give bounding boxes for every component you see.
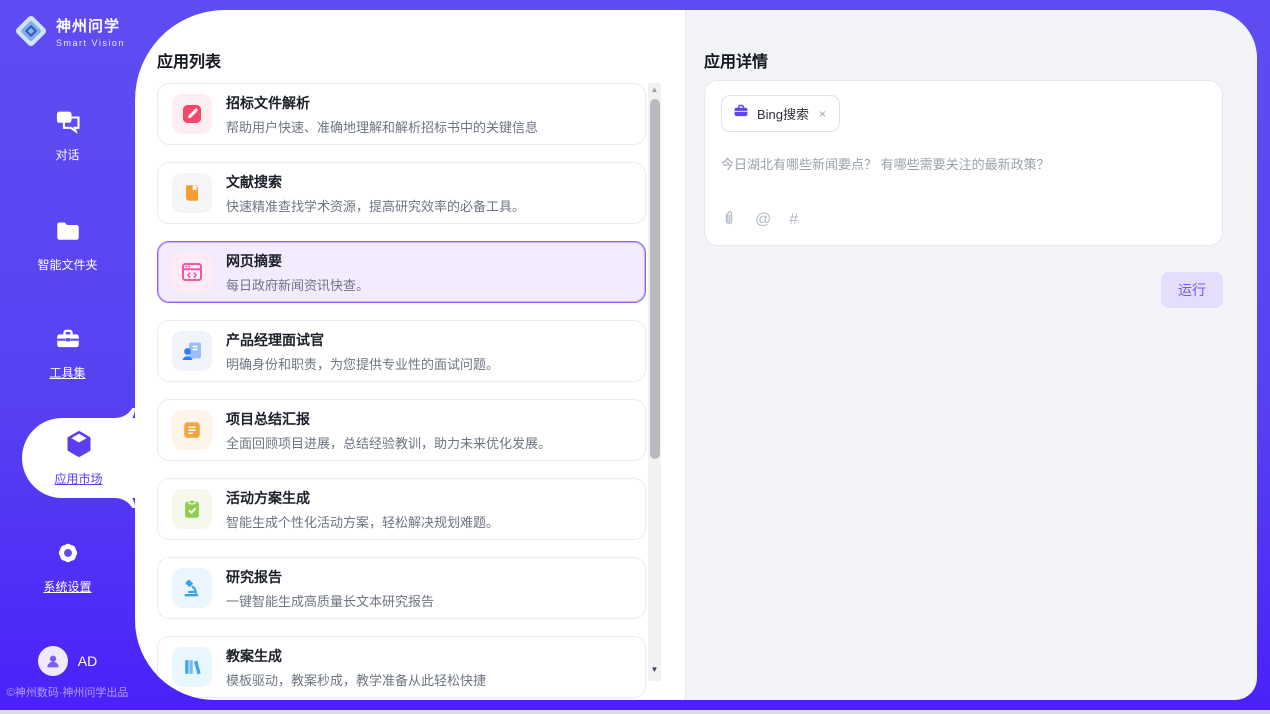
- app-detail-title: 应用详情: [704, 48, 768, 72]
- paperclip-icon[interactable]: [721, 209, 737, 231]
- tool-tag-bing-search[interactable]: Bing搜索 ×: [721, 95, 840, 132]
- app-item-event-plan-gen[interactable]: 活动方案生成智能生成个性化活动方案，轻松解决规划难题。: [157, 478, 646, 540]
- remove-tag-button[interactable]: ×: [817, 107, 828, 121]
- sidebar-item-label: 工具集: [49, 364, 85, 381]
- app-item-title: 研究报告: [226, 567, 434, 587]
- chat-icon: [54, 107, 82, 140]
- app-item-desc: 帮助用户快速、准确地理解和解析招标书中的关键信息: [226, 117, 538, 136]
- edit-doc-icon: [172, 94, 212, 134]
- app-item-research-report[interactable]: 研究报告一键智能生成高质量长文本研究报告: [157, 557, 646, 619]
- sidebar-item-label: 系统设置: [43, 578, 91, 595]
- app-item-project-summary[interactable]: 项目总结汇报全面回顾项目进展，总结经验教训，助力未来优化发展。: [157, 399, 646, 461]
- hash-icon[interactable]: #: [789, 212, 798, 228]
- app-item-lesson-plan-gen[interactable]: 教案生成模板驱动，教案秒成，教学准备从此轻松快捷: [157, 636, 646, 698]
- sidebar-item-label: 对话: [55, 146, 79, 163]
- app-item-title: 产品经理面试官: [226, 330, 499, 350]
- run-button[interactable]: 运行: [1161, 272, 1223, 308]
- app-list-title: 应用列表: [157, 48, 221, 72]
- prompt-toolbar: @ #: [721, 209, 1206, 231]
- app-item-title: 招标文件解析: [226, 93, 538, 113]
- scrollbar-thumb[interactable]: [650, 99, 660, 459]
- sidebar-item-app-market[interactable]: 应用市场: [22, 418, 135, 498]
- app-item-title: 网页摘要: [226, 251, 369, 271]
- sidebar-item-chat[interactable]: 对话: [0, 104, 135, 166]
- browser-code-icon: [172, 252, 212, 292]
- brand-logo: 神州问学 Smart Vision: [13, 13, 125, 49]
- app-item-title: 教案生成: [226, 646, 486, 666]
- app-item-title: 文献搜索: [226, 172, 525, 192]
- sidebar-item-smart-folder[interactable]: 智能文件夹: [0, 214, 135, 276]
- app-item-bid-doc-parse[interactable]: 招标文件解析帮助用户快速、准确地理解和解析招标书中的关键信息: [157, 83, 646, 145]
- window-bottom-edge: [0, 710, 1270, 714]
- app-list-panel: 应用列表 招标文件解析帮助用户快速、准确地理解和解析招标书中的关键信息文献搜索快…: [135, 10, 685, 700]
- sidebar-item-system-settings[interactable]: 系统设置: [0, 536, 135, 598]
- interviewer-icon: [172, 331, 212, 371]
- sidebar: 神州问学 Smart Vision 对话智能文件夹工具集应用市场系统设置 AD …: [0, 0, 135, 714]
- folder-icon: [54, 217, 82, 250]
- app-detail-panel: 应用详情 Bing搜索 × 今日湖北有哪些新闻要点？ 有哪些需要关注的最新政策？: [685, 10, 1257, 700]
- cube-icon: [64, 429, 94, 464]
- app-list: 招标文件解析帮助用户快速、准确地理解和解析招标书中的关键信息文献搜索快速精准查找…: [157, 83, 647, 700]
- scrollbar[interactable]: ▲ ▼: [648, 83, 661, 681]
- clipboard-check-icon: [172, 489, 212, 529]
- sidebar-item-toolset[interactable]: 工具集: [0, 322, 135, 384]
- app-item-desc: 快速精准查找学术资源，提高研究效率的必备工具。: [226, 196, 525, 215]
- prompt-card: Bing搜索 × 今日湖北有哪些新闻要点？ 有哪些需要关注的最新政策？ @ #: [704, 80, 1223, 246]
- app-item-pm-interviewer[interactable]: 产品经理面试官明确身份和职责，为您提供专业性的面试问题。: [157, 320, 646, 382]
- sidebar-item-label: 智能文件夹: [37, 256, 97, 273]
- toolbox-icon: [54, 325, 82, 358]
- books-icon: [172, 647, 212, 687]
- tool-tag-label: Bing搜索: [757, 104, 809, 123]
- app-item-desc: 一键智能生成高质量长文本研究报告: [226, 591, 434, 610]
- mention-icon[interactable]: @: [755, 212, 771, 228]
- app-item-web-summary[interactable]: 网页摘要每日政府新闻资讯快查。: [157, 241, 646, 303]
- briefcase-icon: [733, 103, 749, 124]
- app-item-desc: 明确身份和职责，为您提供专业性的面试问题。: [226, 354, 499, 373]
- person-icon: [38, 646, 68, 676]
- gear-icon: [54, 539, 82, 572]
- book-icon: [172, 173, 212, 213]
- copyright: ©神州数码·神州问学出品: [0, 684, 135, 700]
- app-item-desc: 全面回顾项目进展，总结经验教训，助力未来优化发展。: [226, 433, 551, 452]
- app-item-literature-search[interactable]: 文献搜索快速精准查找学术资源，提高研究效率的必备工具。: [157, 162, 646, 224]
- microscope-icon: [172, 568, 212, 608]
- app-item-title: 活动方案生成: [226, 488, 499, 508]
- summary-note-icon: [172, 410, 212, 450]
- content-area: 应用列表 招标文件解析帮助用户快速、准确地理解和解析招标书中的关键信息文献搜索快…: [135, 10, 1257, 700]
- app-item-desc: 模板驱动，教案秒成，教学准备从此轻松快捷: [226, 670, 486, 689]
- app-item-title: 项目总结汇报: [226, 409, 551, 429]
- user-name: AD: [78, 653, 97, 669]
- user-chip[interactable]: AD: [0, 646, 135, 676]
- app-item-desc: 智能生成个性化活动方案，轻松解决规划难题。: [226, 512, 499, 531]
- app-item-desc: 每日政府新闻资讯快查。: [226, 275, 369, 294]
- sidebar-item-label: 应用市场: [54, 470, 102, 487]
- scroll-up-button[interactable]: ▲: [648, 83, 661, 97]
- brand-tagline: Smart Vision: [56, 38, 125, 48]
- brand-name: 神州问学: [56, 15, 125, 36]
- app-window: 神州问学 Smart Vision 对话智能文件夹工具集应用市场系统设置 AD …: [0, 0, 1270, 714]
- scroll-down-button[interactable]: ▼: [648, 663, 661, 677]
- brand-logo-icon: [13, 13, 49, 49]
- prompt-text[interactable]: 今日湖北有哪些新闻要点？ 有哪些需要关注的最新政策？: [721, 154, 1206, 209]
